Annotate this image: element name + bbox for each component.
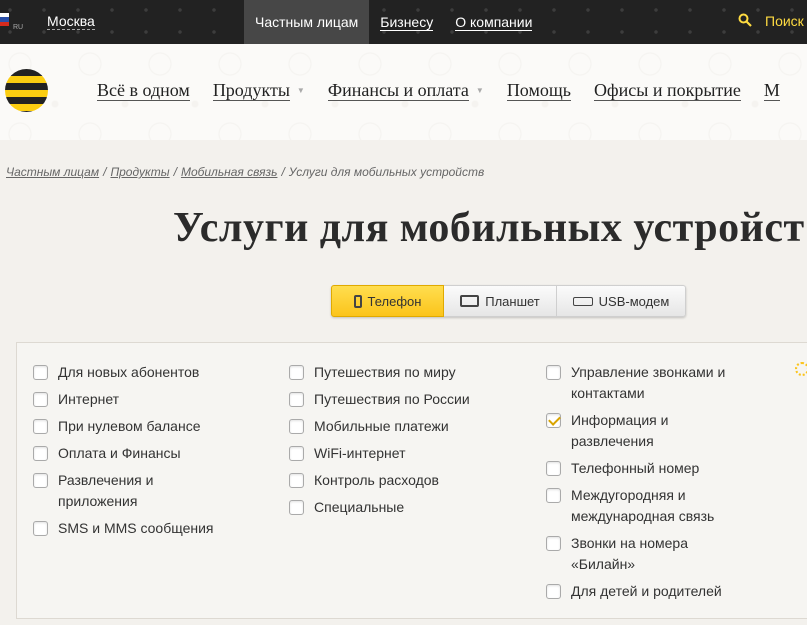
checkbox[interactable] bbox=[289, 500, 304, 515]
russia-flag-icon bbox=[0, 13, 9, 26]
filter-option[interactable]: WiFi-интернет bbox=[289, 443, 470, 464]
main-nav-offices[interactable]: Офисы и покрытие bbox=[593, 80, 741, 101]
phone-icon bbox=[353, 294, 362, 308]
top-nav-about[interactable]: О компании bbox=[444, 0, 543, 44]
breadcrumb-products[interactable]: Продукты bbox=[110, 165, 169, 179]
breadcrumb-mobile[interactable]: Мобильная связь bbox=[181, 165, 278, 179]
checkbox[interactable] bbox=[289, 419, 304, 434]
checkbox[interactable] bbox=[546, 584, 561, 599]
main-nav-more[interactable]: М bbox=[763, 80, 780, 101]
checkbox[interactable] bbox=[33, 419, 48, 434]
checkbox-checked[interactable] bbox=[546, 413, 561, 428]
search-link[interactable]: Поиск bbox=[765, 13, 804, 30]
filter-column-2: Путешествия по миру Путешествия по Росси… bbox=[289, 362, 470, 524]
breadcrumb: Частным лицам / Продукты / Мобильная связь / У… bbox=[6, 165, 485, 179]
chevron-down-icon: ▼ bbox=[475, 86, 484, 95]
filter-option[interactable]: Контроль расходов bbox=[289, 470, 470, 491]
top-nav-business[interactable]: Бизнесу bbox=[369, 0, 444, 44]
usb-modem-icon bbox=[572, 296, 593, 306]
filter-option[interactable]: Для детей и родителей bbox=[546, 581, 741, 602]
main-nav: Всё в одном Продукты ▼ Финансы и оплата ▼ … bbox=[97, 80, 803, 101]
chevron-down-icon: ▼ bbox=[296, 86, 305, 95]
checkbox[interactable] bbox=[289, 365, 304, 380]
filter-option[interactable]: Телефонный номер bbox=[546, 458, 741, 479]
page-title: Услуги для мобильных устройст bbox=[173, 205, 805, 251]
filter-column-1: Для новых абонентов Интернет При нулевом… bbox=[33, 362, 214, 545]
checkbox[interactable] bbox=[546, 488, 561, 503]
filter-option[interactable]: При нулевом балансе bbox=[33, 416, 214, 437]
filter-option[interactable]: Путешествия по России bbox=[289, 389, 470, 410]
beeline-logo[interactable] bbox=[5, 69, 48, 112]
tab-tablet[interactable]: Планшет bbox=[444, 285, 557, 317]
tab-phone[interactable]: Телефон bbox=[331, 285, 444, 317]
tab-usb-modem[interactable]: USB-модем bbox=[557, 285, 686, 317]
checkbox[interactable] bbox=[289, 473, 304, 488]
filter-option[interactable]: Междугородняя и международная связь bbox=[546, 485, 741, 527]
filter-option[interactable]: SMS и MMS сообщения bbox=[33, 518, 214, 539]
device-tabs: Телефон Планшет USB-модем bbox=[331, 285, 686, 317]
checkbox[interactable] bbox=[33, 446, 48, 461]
filter-option[interactable]: Интернет bbox=[33, 389, 214, 410]
breadcrumb-current: Услуги для мобильных устройств bbox=[288, 165, 485, 179]
checkbox[interactable] bbox=[33, 521, 48, 536]
filter-panel: Для новых абонентов Интернет При нулевом… bbox=[16, 342, 807, 619]
filter-option[interactable]: Путешествия по миру bbox=[289, 362, 470, 383]
top-bar: RU Москва Частным лицам Бизнесу О компан… bbox=[0, 0, 807, 44]
top-nav-private[interactable]: Частным лицам bbox=[244, 0, 370, 44]
filter-option[interactable]: Для новых абонентов bbox=[33, 362, 214, 383]
checkbox[interactable] bbox=[546, 536, 561, 551]
filter-option[interactable]: Мобильные платежи bbox=[289, 416, 470, 437]
checkbox[interactable] bbox=[289, 392, 304, 407]
main-nav-finance[interactable]: Финансы и оплата ▼ bbox=[327, 80, 484, 101]
main-nav-all-in-one[interactable]: Всё в одном bbox=[97, 80, 190, 101]
filter-option[interactable]: Звонки на номера «Билайн» bbox=[546, 533, 741, 575]
main-nav-products[interactable]: Продукты ▼ bbox=[212, 80, 305, 101]
filter-option[interactable]: Информация и развлечения bbox=[546, 410, 741, 452]
main-nav-help[interactable]: Помощь bbox=[506, 80, 571, 101]
checkbox[interactable] bbox=[33, 473, 48, 488]
city-selector[interactable]: Москва bbox=[47, 13, 95, 30]
checkbox[interactable] bbox=[33, 392, 48, 407]
filter-option[interactable]: Специальные bbox=[289, 497, 470, 518]
checkbox[interactable] bbox=[33, 365, 48, 380]
filter-option[interactable]: Управление звонками и контактами bbox=[546, 362, 741, 404]
region-label: RU bbox=[13, 24, 24, 31]
tablet-icon bbox=[460, 295, 480, 307]
filter-option[interactable]: Развлечения и приложения bbox=[33, 470, 214, 512]
search-icon[interactable] bbox=[738, 13, 752, 27]
top-nav: Частным лицам Бизнесу О компании bbox=[244, 0, 543, 44]
filter-column-3: Управление звонками и контактами Информа… bbox=[546, 362, 741, 608]
sun-icon bbox=[795, 362, 807, 376]
checkbox[interactable] bbox=[289, 446, 304, 461]
filter-option[interactable]: Оплата и Финансы bbox=[33, 443, 214, 464]
checkbox[interactable] bbox=[546, 365, 561, 380]
main-header: Всё в одном Продукты ▼ Финансы и оплата ▼ … bbox=[0, 44, 807, 140]
checkbox[interactable] bbox=[546, 461, 561, 476]
breadcrumb-private[interactable]: Частным лицам bbox=[6, 165, 99, 179]
